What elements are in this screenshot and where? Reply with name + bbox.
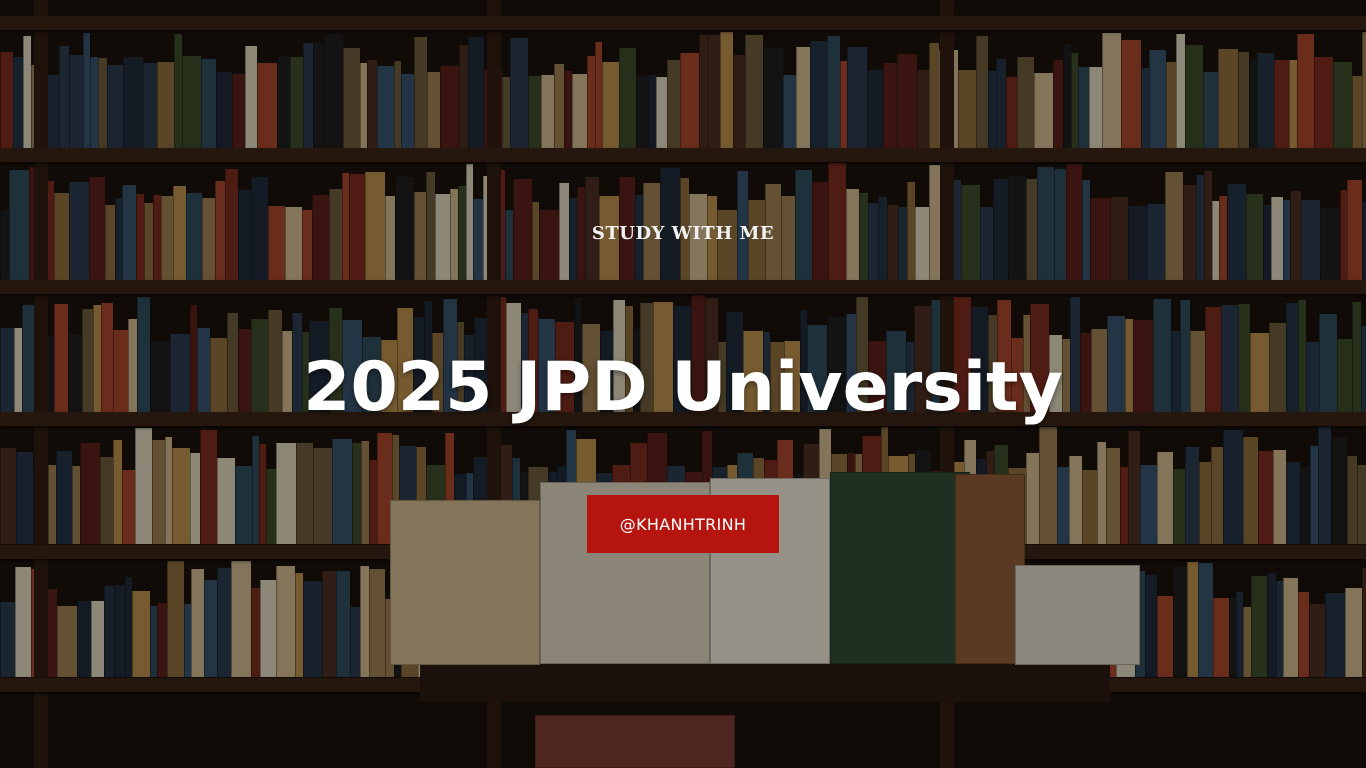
handle-badge: @KHANHTRINH [587,495,779,553]
page-title: 2025 JPD University [303,348,1063,427]
eyebrow-text: STUDY WITH ME [591,223,775,244]
handle-label: @KHANHTRINH [619,514,747,534]
title-slide: STUDY WITH ME 2025 JPD University @KHANH… [0,0,1366,768]
